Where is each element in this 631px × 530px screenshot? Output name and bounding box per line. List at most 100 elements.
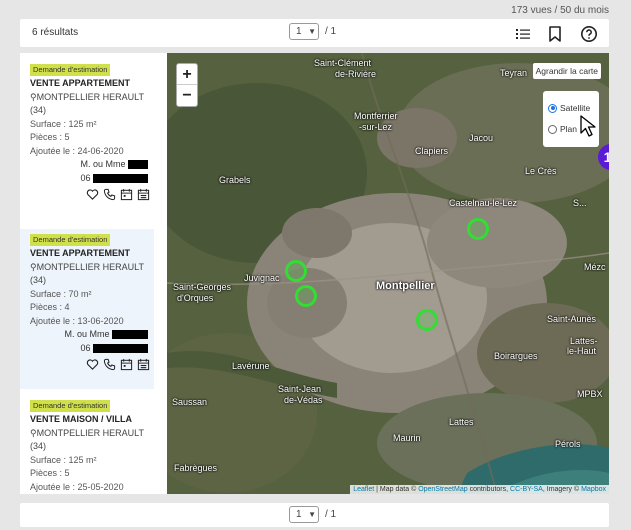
listing-date: Ajoutée le : 24-06-2020 <box>30 145 124 156</box>
layer-satellite-option[interactable]: Satellite <box>548 103 590 113</box>
map-label: Lavérune <box>232 361 270 371</box>
plan-radio[interactable] <box>548 124 557 134</box>
chevron-down-icon: ▼ <box>308 510 316 519</box>
listing-title: VENTE MAISON / VILLA <box>30 414 133 424</box>
leaflet-link[interactable]: Leaflet <box>353 486 374 493</box>
heart-icon[interactable] <box>86 358 99 376</box>
listing-card[interactable]: Demande d'estimation VENTE APPARTEMENT ⚲… <box>20 229 154 389</box>
estimation-badge: Demande d'estimation <box>30 400 111 412</box>
map-label: de-Védas <box>284 395 323 405</box>
listing-marker[interactable] <box>285 260 307 282</box>
map-attribution: Leaflet | Map data © OpenStreetMap contr… <box>350 485 609 494</box>
satellite-label: Satellite <box>560 103 591 113</box>
map-label: Lattes- <box>570 336 598 346</box>
map-label: Montpellier <box>376 280 435 292</box>
map-label: d'Orques <box>177 293 214 303</box>
satellite-map[interactable]: + − Agrandir la carte Satellite Plan 11 … <box>167 53 609 494</box>
help-icon[interactable] <box>580 25 598 43</box>
calendar-icon[interactable] <box>120 188 133 206</box>
map-label: Mézc <box>584 262 606 272</box>
listing-card[interactable]: Demande d'estimation VENTE APPARTEMENT ⚲… <box>20 63 154 206</box>
map-label: Boirargues <box>494 351 538 361</box>
list-icon[interactable] <box>514 25 532 43</box>
map-label: Saint-Georges <box>173 282 232 292</box>
listing-location: ⚲MONTPELLIER HERAULT (34) <box>30 427 144 452</box>
contact-phone: 06 <box>30 172 150 186</box>
satellite-radio[interactable] <box>548 103 557 113</box>
pin-icon: ⚲ <box>30 91 37 102</box>
listing-date: Ajoutée le : 13-06-2020 <box>30 315 124 326</box>
listing-location: ⚲MONTPELLIER HERAULT (34) <box>30 91 144 116</box>
map-label: Maurin <box>393 433 421 443</box>
map-label: le-Haut <box>567 346 597 356</box>
map-label: S... <box>573 198 587 208</box>
top-toolbar: 6 résultats 1 ▼ / 1 <box>20 19 609 47</box>
map-label: Jacou <box>469 133 494 143</box>
listing-location: ⚲MONTPELLIER HERAULT (34) <box>30 261 144 286</box>
calendar-check-icon[interactable] <box>137 188 150 206</box>
enlarge-map-button[interactable]: Agrandir la carte <box>532 63 601 79</box>
zoom-out-button[interactable]: − <box>177 85 197 106</box>
map-label: Castelnau-le-Lez <box>449 198 518 208</box>
calendar-icon[interactable] <box>120 358 133 376</box>
calendar-check-icon[interactable] <box>137 358 150 376</box>
heart-icon[interactable] <box>86 188 99 206</box>
mapbox-link[interactable]: Mapbox <box>581 486 606 493</box>
redacted-name <box>112 330 148 340</box>
map-label: Juvignac <box>244 273 280 283</box>
osm-link[interactable]: OpenStreetMap <box>418 486 467 493</box>
map-label: Saint-Clément <box>314 58 372 68</box>
layer-plan-option[interactable]: Plan <box>548 124 577 134</box>
map-label: de-Rivière <box>335 69 377 79</box>
page-total: / 1 <box>325 26 337 37</box>
listing-rooms: Pièces : 5 <box>30 468 70 478</box>
listing-date: Ajoutée le : 25-05-2020 <box>30 481 124 492</box>
map-label: Pérols <box>555 439 581 449</box>
map-label: Saint-Jean <box>278 384 322 394</box>
listing-surface: Surface : 70 m² <box>30 288 92 299</box>
listing-actions <box>30 358 150 376</box>
listing-card[interactable]: Demande d'estimation VENTE MAISON / VILL… <box>20 399 154 494</box>
zoom-control: + − <box>176 63 198 107</box>
listing-rooms: Pièces : 4 <box>30 302 70 312</box>
phone-icon[interactable] <box>103 358 116 376</box>
map-label: -sur-Lez <box>359 122 393 132</box>
map-label: Lattes <box>449 417 474 427</box>
bookmark-icon[interactable] <box>546 25 564 43</box>
page-select-value: 1 <box>296 26 302 37</box>
listing-marker[interactable] <box>295 285 317 307</box>
top-pagination: 1 ▼ / 1 <box>289 23 336 40</box>
map-label: Montferrier <box>354 111 398 121</box>
map-label: Saussan <box>172 397 208 407</box>
map-label: Saint-Aunès <box>547 314 597 324</box>
estimation-badge: Demande d'estimation <box>30 64 111 76</box>
listing-actions <box>30 188 150 206</box>
listing-marker[interactable] <box>467 218 489 240</box>
map-label: Le Crès <box>525 166 557 176</box>
listing-panel[interactable]: Demande d'estimation VENTE APPARTEMENT ⚲… <box>20 53 167 494</box>
listing-marker[interactable] <box>416 309 438 331</box>
views-quota: 173 vues / 50 du mois <box>511 5 609 16</box>
estimation-badge: Demande d'estimation <box>30 234 111 246</box>
zoom-in-button[interactable]: + <box>177 64 197 85</box>
redacted-phone <box>93 343 148 353</box>
map-label: MPBX <box>577 389 603 399</box>
phone-icon[interactable] <box>103 188 116 206</box>
map-label: Grabels <box>219 175 251 185</box>
map-label: Clapiers <box>415 146 449 156</box>
map-label: Teyran <box>500 68 528 78</box>
map-label: Fabrègues <box>174 463 218 473</box>
results-count: 6 résultats <box>32 27 79 38</box>
contact-name: M. ou Mme <box>30 158 150 172</box>
listing-rooms: Pièces : 5 <box>30 132 70 142</box>
page-select[interactable]: 1 ▼ <box>289 506 319 523</box>
listing-title: VENTE APPARTEMENT <box>30 78 131 88</box>
bottom-pagination: 1 ▼ / 1 <box>289 506 336 523</box>
chevron-down-icon: ▼ <box>308 27 316 36</box>
contact-phone: 06 <box>30 342 150 356</box>
page-select[interactable]: 1 ▼ <box>289 23 319 40</box>
listing-title: VENTE APPARTEMENT <box>30 248 131 258</box>
redacted-name <box>128 160 148 170</box>
license-link[interactable]: CC-BY-SA <box>510 486 543 493</box>
page-select-value: 1 <box>296 509 302 520</box>
